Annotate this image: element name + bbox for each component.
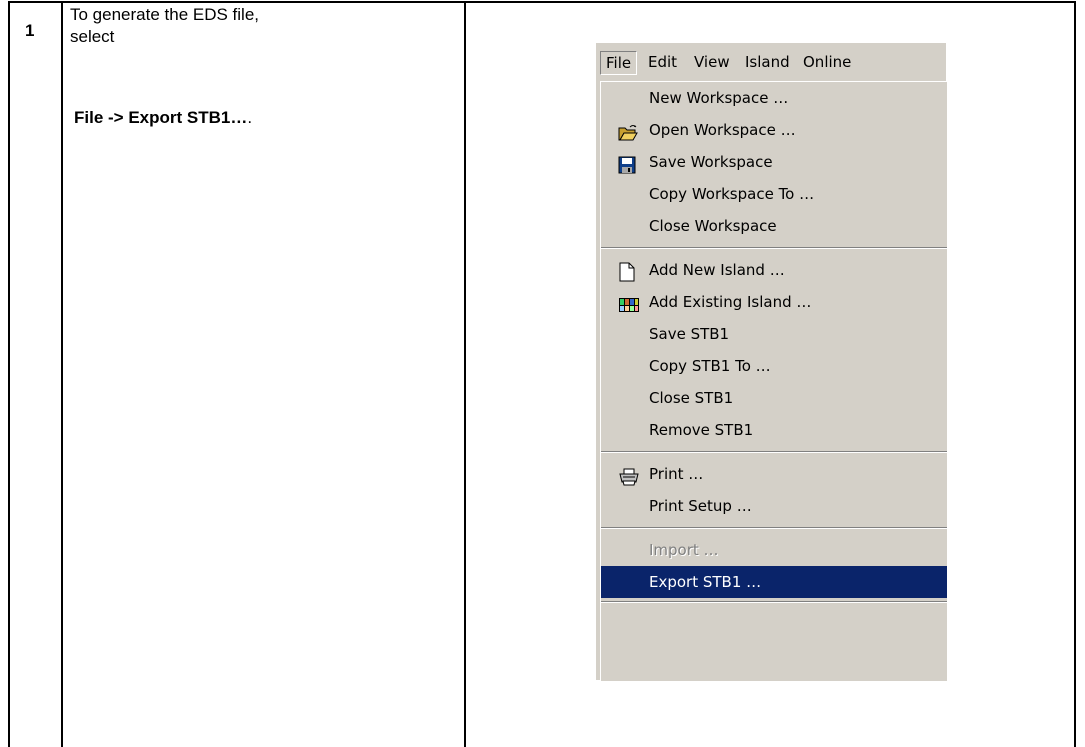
menu-item-label: Save Workspace: [649, 153, 773, 171]
column-divider-1: [61, 1, 63, 747]
menu-item-print[interactable]: Print …: [601, 458, 947, 490]
menu-item-label: Close STB1: [649, 389, 734, 407]
menu-item-label: New Workspace …: [649, 89, 789, 107]
menu-item-label: Export STB1 …: [649, 573, 762, 591]
menu-file[interactable]: File: [600, 51, 638, 75]
open-folder-icon: [618, 121, 638, 141]
step-number: 1: [25, 21, 35, 40]
menu-separator: [601, 527, 947, 529]
menu-item-remove-stb1[interactable]: Remove STB1: [601, 414, 947, 446]
menu-item-label: Add New Island …: [649, 261, 785, 279]
instruction-line-1: To generate the EDS file,: [70, 5, 260, 24]
table-right-border: [1074, 1, 1076, 747]
menu-item-close-stb1[interactable]: Close STB1: [601, 382, 947, 414]
menu-item-label: Open Workspace …: [649, 121, 796, 139]
menu-separator: [601, 451, 947, 453]
menu-separator: [601, 601, 947, 603]
menu-item-import: Import …: [601, 534, 947, 566]
menu-item-print-setup[interactable]: Print Setup …: [601, 490, 947, 522]
menu-item-export-stb1[interactable]: Export STB1 …: [601, 566, 947, 598]
menu-item-label: Print Setup …: [649, 497, 752, 515]
menu-item-add-existing-island[interactable]: Add Existing Island …: [601, 286, 947, 318]
menu-item-new-workspace[interactable]: New Workspace …: [601, 82, 947, 114]
menu-item-label: Close Workspace: [649, 217, 777, 235]
printer-icon: [618, 465, 639, 486]
menu-edit[interactable]: Edit: [643, 51, 682, 73]
menu-item-add-new-island[interactable]: Add New Island …: [601, 254, 947, 286]
table-left-border: [8, 1, 10, 747]
menu-island[interactable]: Island: [740, 51, 795, 73]
menu-item-label: Remove STB1: [649, 421, 754, 439]
menu-item-copy-stb1-to[interactable]: Copy STB1 To …: [601, 350, 947, 382]
file-menu-dropdown: New Workspace … Open Workspace … Save Work…: [600, 81, 947, 681]
menu-bar: File Edit View Island Online: [596, 43, 946, 81]
menu-online[interactable]: Online: [798, 51, 856, 73]
island-modules-icon: [618, 293, 639, 312]
table-top-border: [8, 1, 1075, 3]
instruction-table: 1 To generate the EDS file, select File …: [0, 0, 1085, 747]
menu-item-label: Save STB1: [649, 325, 730, 343]
floppy-disk-icon: [618, 153, 638, 174]
menu-item-label: Print …: [649, 465, 704, 483]
blank-document-icon: [618, 261, 638, 282]
menu-view[interactable]: View: [689, 51, 735, 73]
column-divider-2: [464, 1, 466, 747]
step-instruction: To generate the EDS file, select: [70, 4, 460, 48]
menu-item-open-workspace[interactable]: Open Workspace …: [601, 114, 947, 146]
menu-item-close-workspace[interactable]: Close Workspace: [601, 210, 947, 242]
menu-item-copy-workspace-to[interactable]: Copy Workspace To …: [601, 178, 947, 210]
file-menu-screenshot: File Edit View Island Online New Workspace ……: [596, 43, 947, 681]
menu-item-label: Copy STB1 To …: [649, 357, 771, 375]
menu-item-label: Copy Workspace To …: [649, 185, 815, 203]
instruction-line-2: select: [70, 27, 115, 46]
menu-separator: [601, 247, 947, 249]
menu-item-save-stb1[interactable]: Save STB1: [601, 318, 947, 350]
menu-path: File -> Export STB1….: [74, 108, 252, 128]
menu-item-label: Import …: [649, 541, 719, 559]
menu-item-label: Add Existing Island …: [649, 293, 812, 311]
menu-item-save-workspace[interactable]: Save Workspace: [601, 146, 947, 178]
menu-path-suffix: .: [247, 108, 253, 127]
menu-path-bold: File -> Export STB1…: [74, 108, 248, 127]
